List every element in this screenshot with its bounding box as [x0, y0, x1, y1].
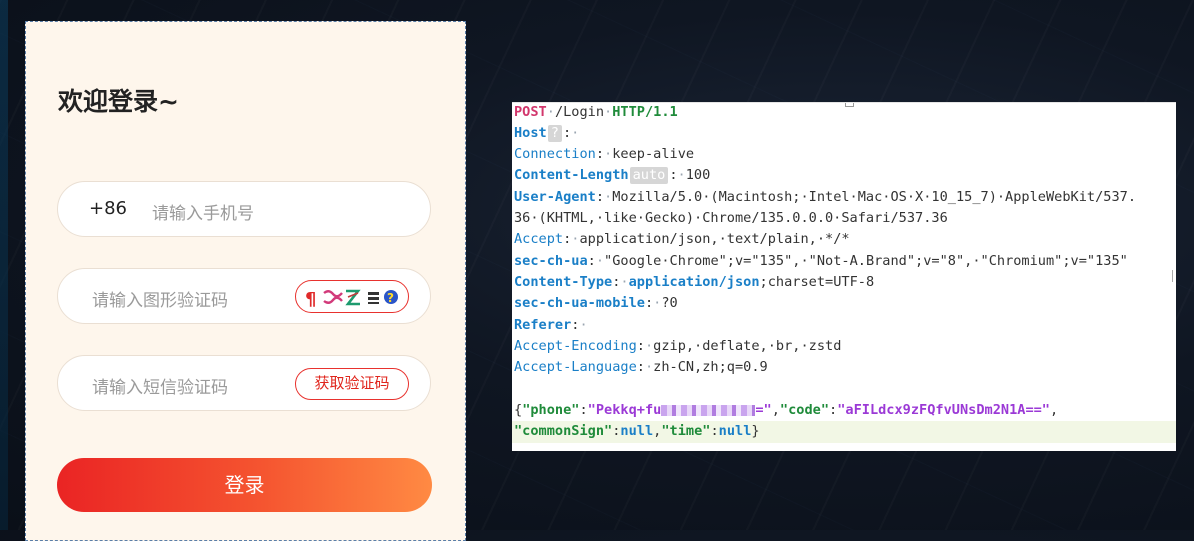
- request-path: /Login: [554, 104, 605, 120]
- json-value-common-sign: null: [620, 423, 654, 439]
- captcha-image[interactable]: ¶ ?: [295, 280, 409, 313]
- header-connection: Connection:·keep-alive: [514, 146, 695, 162]
- header-connection-value: keep-alive: [612, 146, 695, 162]
- json-value-time: null: [718, 423, 752, 439]
- header-content-length-name: Content-Length: [514, 167, 629, 183]
- header-accept: Accept:·application/json,·text/plain,·*/…: [514, 231, 850, 247]
- redaction-mosaic: [661, 404, 756, 416]
- auto-badge: auto: [629, 167, 669, 184]
- svg-text:?: ?: [387, 291, 394, 305]
- request-version: HTTP/1.1: [612, 104, 678, 120]
- login-title: 欢迎登录~: [58, 87, 179, 116]
- http-request-panel: POST·/Login·HTTP/1.1 Host?:· Connection:…: [512, 102, 1176, 451]
- login-card: 欢迎登录~ +86 请输入手机号 请输入图形验证码 ¶ ? 请输入短信验证码 获…: [25, 21, 466, 541]
- json-key-phone: "phone": [522, 402, 580, 418]
- json-body-line-2: "commonSign":null,"time":null}: [514, 423, 760, 439]
- sms-placeholder: 请输入短信验证码: [92, 378, 228, 398]
- header-connection-name: Connection: [514, 146, 596, 162]
- host-badge: ?: [547, 125, 562, 142]
- header-content-type-name: Content-Type: [514, 274, 613, 290]
- header-accept-name: Accept: [514, 231, 564, 247]
- header-content-type-value: application/json: [628, 274, 760, 290]
- request-method: POST: [514, 104, 547, 120]
- header-content-type-charset: ;charset=UTF-8: [759, 274, 875, 290]
- header-accept-encoding: Accept-Encoding:·gzip,·deflate,·br,·zstd: [514, 338, 842, 354]
- header-content-length-value: 100: [685, 167, 711, 183]
- header-content-type: Content-Type:·application/json;charset=U…: [514, 274, 875, 290]
- header-sec-ch-ua-mobile: sec-ch-ua-mobile:·?0: [514, 295, 678, 311]
- json-value-code: "aFILdcx9zFQfvUNsDm2N1A==": [837, 402, 1050, 418]
- phone-prefix[interactable]: +86: [89, 198, 127, 219]
- header-encoding-value: gzip,·deflate,·br,·zstd: [653, 338, 842, 354]
- header-user-agent-cont: 36·(KHTML,·like·Gecko)·Chrome/135.0.0.0·…: [514, 208, 948, 229]
- header-user-agent-value-2: 36·(KHTML,·like·Gecko)·Chrome/135.0.0.0·…: [514, 210, 948, 226]
- header-accept-language: Accept-Language:·zh-CN,zh;q=0.9: [514, 359, 768, 375]
- left-edge-strip: [0, 0, 8, 530]
- header-sec-ch-ua: sec-ch-ua:·"Google·Chrome";v="135",·"Not…: [514, 253, 1128, 269]
- header-accept-value: application/json,·text/plain,·*/*: [579, 231, 850, 247]
- json-key-code: "code": [779, 402, 830, 418]
- header-sec-ch-ua-name: sec-ch-ua: [514, 253, 588, 269]
- header-user-agent: User-Agent:·Mozilla/5.0·(Macintosh;·Inte…: [514, 189, 1137, 205]
- phone-placeholder: 请输入手机号: [152, 204, 254, 224]
- header-mobile-value: ?0: [661, 295, 678, 311]
- header-mobile-name: sec-ch-ua-mobile: [514, 295, 645, 311]
- header-content-length: Content-Length auto:·100: [514, 167, 711, 184]
- header-referer-name: Referer: [514, 317, 572, 333]
- header-user-agent-name: User-Agent: [514, 189, 596, 205]
- header-encoding-name: Accept-Encoding: [514, 338, 637, 354]
- phone-input[interactable]: +86 请输入手机号: [57, 181, 431, 237]
- header-referer: Referer:·: [514, 317, 588, 333]
- json-value-phone-start: "Pekkq+fu: [587, 402, 662, 418]
- header-host-name: Host: [514, 125, 547, 141]
- header-language-value: zh-CN,zh;q=0.9: [653, 359, 768, 375]
- header-language-name: Accept-Language: [514, 359, 637, 375]
- captcha-input[interactable]: 请输入图形验证码 ¶ ?: [57, 268, 431, 324]
- json-key-time: "time": [661, 423, 711, 439]
- json-key-common-sign: "commonSign": [514, 423, 613, 439]
- sms-code-input[interactable]: 请输入短信验证码 获取验证码: [57, 355, 431, 411]
- panel-resize-handle[interactable]: [845, 103, 854, 107]
- request-line: POST·/Login·HTTP/1.1: [514, 104, 678, 120]
- panel-scroll-marker: [1172, 270, 1176, 282]
- svg-text:¶: ¶: [305, 289, 316, 310]
- login-button[interactable]: 登录: [57, 458, 432, 512]
- header-user-agent-value-1: Mozilla/5.0·(Macintosh;·Intel·Mac·OS·X·1…: [612, 189, 1137, 205]
- header-host: Host?:·: [514, 125, 580, 142]
- get-sms-code-button[interactable]: 获取验证码: [295, 368, 409, 400]
- captcha-placeholder: 请输入图形验证码: [92, 291, 228, 311]
- json-value-phone-end: =": [755, 402, 772, 418]
- json-body-line-1: {"phone":"Pekkq+fu =","code":"aFILdcx9zFQ…: [514, 402, 1059, 418]
- header-sec-ch-ua-value: "Google·Chrome";v="135",·"Not-A.Brand";v…: [604, 253, 1128, 269]
